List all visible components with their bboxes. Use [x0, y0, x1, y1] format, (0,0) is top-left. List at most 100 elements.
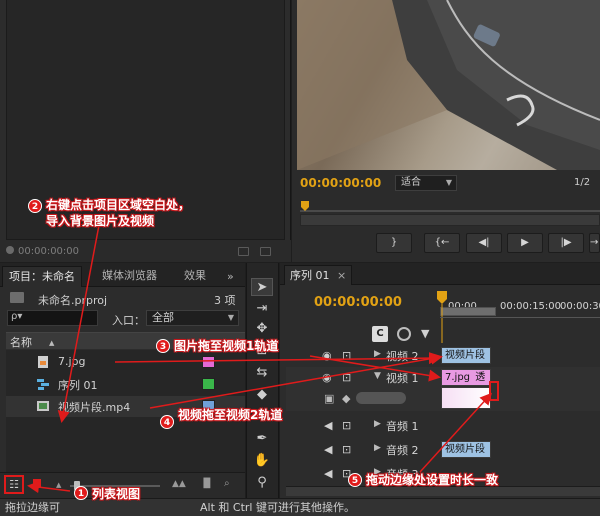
ruler-label: 00:00:15:00	[500, 301, 562, 312]
keyframe-nav[interactable]	[356, 392, 406, 404]
project-search-input[interactable]: ρ▾	[7, 310, 98, 326]
folder-icon	[10, 292, 24, 303]
image-file-icon	[38, 356, 48, 368]
playback-resolution[interactable]: 1/2	[574, 177, 590, 188]
column-name-label[interactable]: 名称	[10, 334, 32, 350]
collapse-icon[interactable]: ▼	[374, 371, 381, 381]
timeline-timecode[interactable]: 00:00:00:00	[314, 295, 402, 310]
chevron-down-icon: ▼	[227, 313, 234, 322]
go-to-in-button[interactable]: {←	[424, 233, 460, 253]
sync-lock-icon[interactable]: ⊡	[342, 419, 351, 432]
list-item[interactable]: 7.jpg	[6, 352, 245, 373]
close-icon[interactable]: ×	[337, 269, 346, 282]
icon-view-button[interactable]	[33, 479, 41, 488]
annotation-badge-4: 4	[160, 415, 174, 429]
clip-edge-handle[interactable]	[489, 381, 499, 401]
work-area-bar[interactable]	[440, 307, 496, 316]
list-view-button[interactable]: ☷	[4, 475, 24, 494]
entry-filter-select[interactable]: 全部 ▼	[146, 310, 239, 326]
annotation-badge-5: 5	[348, 473, 362, 487]
go-to-out-button[interactable]: →}	[589, 233, 600, 253]
program-zoom-scrollbar[interactable]	[300, 214, 600, 226]
mark-out-button[interactable]: }	[376, 233, 412, 253]
annotation-text-2: 右键点击项目区域空白处，	[46, 198, 191, 212]
sort-arrow-icon: ▲	[49, 339, 55, 347]
annotation-text-5: 拖动边缘处设置时长一致	[366, 473, 499, 487]
zoom-fit-select[interactable]: 适合 ▼	[395, 175, 457, 191]
track-video-2[interactable]: ◉ ⊡ ▶ 视频 2 视频片段	[286, 345, 600, 367]
program-video-frame	[297, 0, 600, 170]
tab-media-browser[interactable]: 媒体浏览器	[96, 266, 163, 287]
sync-lock-icon[interactable]: ⊡	[342, 443, 351, 456]
sequence-icon	[37, 379, 49, 390]
zoom-in-icon[interactable]: ▲▲	[172, 479, 186, 489]
selection-tool-icon[interactable]: ➤	[251, 278, 273, 296]
label-color-swatch[interactable]	[202, 378, 215, 390]
add-marker-icon[interactable]	[397, 327, 411, 341]
track-audio-1[interactable]: ◀ ⊡ ▶ 音频 1	[286, 415, 600, 437]
find-icon[interactable]: ⌕	[224, 478, 230, 489]
annotation-text-1: 列表视图	[92, 487, 141, 501]
speaker-icon[interactable]: ◀	[324, 467, 332, 480]
pen-tool-icon[interactable]: ✒	[251, 430, 273, 448]
clip-image[interactable]: 7.jpg 透▾	[441, 369, 491, 398]
speaker-icon[interactable]: ◀	[324, 443, 332, 456]
entry-filter-value: 全部	[152, 311, 174, 324]
sync-lock-icon[interactable]: ⊡	[342, 371, 351, 384]
chevron-down-icon: ▼	[445, 178, 452, 187]
automate-sequence-icon[interactable]: ▐▌	[200, 479, 214, 489]
program-timecode[interactable]: 00:00:00:00	[300, 176, 381, 190]
expand-icon[interactable]: ▶	[374, 349, 381, 359]
list-item-label: 7.jpg	[58, 355, 86, 368]
track-name: 音频 1	[386, 420, 419, 433]
track-audio-2[interactable]: ◀ ⊡ ▶ 音频 2 视频片段	[286, 439, 600, 461]
step-forward-button[interactable]: |▶	[548, 233, 584, 253]
keyframe-display-icon[interactable]: ▣	[324, 392, 334, 405]
program-time-ruler[interactable]	[300, 195, 600, 213]
clip-video-segment[interactable]: 视频片段	[441, 347, 491, 364]
marker-icon[interactable]: ▼	[421, 327, 429, 340]
source-settings-icon[interactable]	[260, 247, 271, 256]
snap-icon[interactable]: C	[372, 326, 388, 342]
aerial-road-image	[297, 0, 600, 170]
project-item-count: 3 项	[214, 294, 236, 307]
play-button[interactable]: ▶	[507, 233, 543, 253]
entry-label: 入口：	[112, 314, 145, 327]
track-name: 音频 2	[386, 444, 419, 457]
sync-lock-icon[interactable]: ⊡	[342, 349, 351, 362]
keyframe-icon[interactable]: ◆	[342, 392, 350, 405]
track-select-tool-icon[interactable]: ⇥	[251, 300, 273, 318]
zoom-fit-label: 适合	[401, 177, 421, 188]
source-timecode[interactable]: 00:00:00:00	[18, 246, 79, 257]
video-file-icon	[37, 401, 49, 411]
label-color-swatch[interactable]	[202, 356, 215, 368]
source-export-icon[interactable]	[238, 247, 249, 256]
annotation-text-3: 图片拖至视频1轨道	[174, 339, 279, 353]
tab-sequence-01[interactable]: 序列 01 ×	[284, 265, 353, 285]
ripple-edit-tool-icon[interactable]: ✥	[251, 320, 273, 338]
expand-icon[interactable]: ▶	[374, 443, 381, 453]
expand-icon[interactable]: ▶	[374, 419, 381, 429]
clip-audio-segment[interactable]: 视频片段	[441, 441, 491, 458]
razor-tool-icon[interactable]: ◆	[251, 386, 273, 404]
eye-icon[interactable]: ◉	[322, 349, 332, 362]
source-marker-icon	[6, 246, 14, 254]
track-video-1[interactable]: ◉ ⊡ ▼ 视频 1 ▣ ◆ 7.jpg 透▾	[286, 367, 600, 411]
track-name: 视频 1	[386, 372, 419, 385]
annotation-badge-3: 3	[156, 339, 170, 353]
clip-image-thumbnail[interactable]	[441, 387, 491, 409]
list-item-label: 序列 01	[58, 379, 98, 392]
list-item[interactable]: 序列 01	[6, 374, 245, 395]
ruler-label: 00:00:30:0	[560, 301, 600, 312]
tab-overflow-icon[interactable]: »	[227, 270, 234, 283]
hand-tool-icon[interactable]: ✋	[251, 452, 273, 470]
step-back-button[interactable]: ◀|	[466, 233, 502, 253]
zoom-tool-icon[interactable]: ⚲	[251, 474, 273, 492]
zoom-out-icon[interactable]: ▲	[56, 481, 61, 489]
tab-effects[interactable]: 效果	[178, 266, 212, 287]
tab-project[interactable]: 项目：未命名	[2, 266, 82, 287]
speaker-icon[interactable]: ◀	[324, 419, 332, 432]
eye-icon[interactable]: ◉	[322, 371, 332, 384]
list-item-label: 视频片段.mp4	[58, 401, 131, 414]
rate-stretch-tool-icon[interactable]: ⇆	[251, 364, 273, 382]
